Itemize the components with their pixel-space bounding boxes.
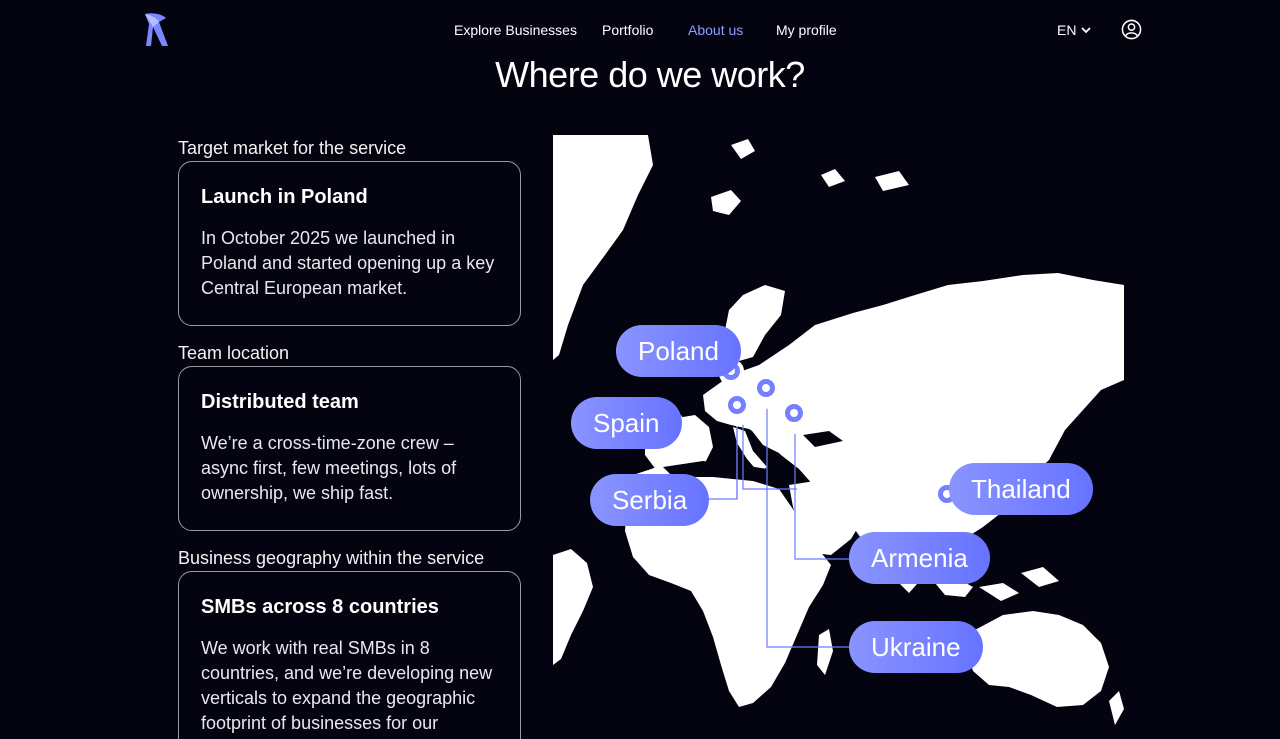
section-label-target-market: Target market for the service [178, 138, 407, 158]
card-title: Launch in Poland [201, 186, 368, 208]
map-pin-icon[interactable] [780, 400, 808, 436]
brand-logo[interactable] [142, 12, 170, 48]
country-pill-armenia[interactable]: Armenia [849, 532, 990, 584]
section-label-business-geography: Business geography within the service [178, 548, 485, 568]
chevron-down-icon [1081, 27, 1092, 34]
user-profile-icon[interactable] [1121, 19, 1142, 40]
map-pin-icon[interactable] [723, 392, 751, 428]
nav-about-us[interactable]: About us [688, 21, 743, 39]
card-launch-poland: Launch in Poland In October 2025 we laun… [178, 161, 521, 326]
top-nav: Explore Businesses Portfolio About us My… [0, 0, 1280, 60]
map-pin-icon[interactable] [752, 375, 780, 411]
card-text: In October 2025 we launched in Poland an… [201, 228, 495, 298]
country-pill-serbia[interactable]: Serbia [590, 474, 710, 526]
language-label: EN [1057, 22, 1077, 38]
section-label-team-location: Team location [178, 343, 290, 363]
country-pill-thailand[interactable]: Thailand [949, 463, 1093, 515]
page-title: Where do we work? [495, 54, 805, 95]
card-title: Distributed team [201, 391, 359, 413]
country-pill-spain[interactable]: Spain [571, 397, 682, 449]
country-pill-ukraine[interactable]: Ukraine [849, 621, 983, 673]
card-smbs-countries: SMBs across 8 countries We work with rea… [178, 571, 521, 739]
card-distributed-team: Distributed team We’re a cross-time-zone… [178, 366, 521, 531]
nav-explore-businesses[interactable]: Explore Businesses [454, 21, 577, 39]
card-text: We work with real SMBs in 8 countries, a… [201, 638, 493, 739]
country-pill-poland[interactable]: Poland [616, 325, 741, 377]
language-selector[interactable]: EN [1057, 21, 1092, 39]
card-title: SMBs across 8 countries [201, 596, 439, 618]
nav-my-profile[interactable]: My profile [776, 21, 837, 39]
nav-portfolio[interactable]: Portfolio [602, 21, 653, 39]
card-text: We’re a cross-time-zone crew – async fir… [201, 433, 457, 503]
